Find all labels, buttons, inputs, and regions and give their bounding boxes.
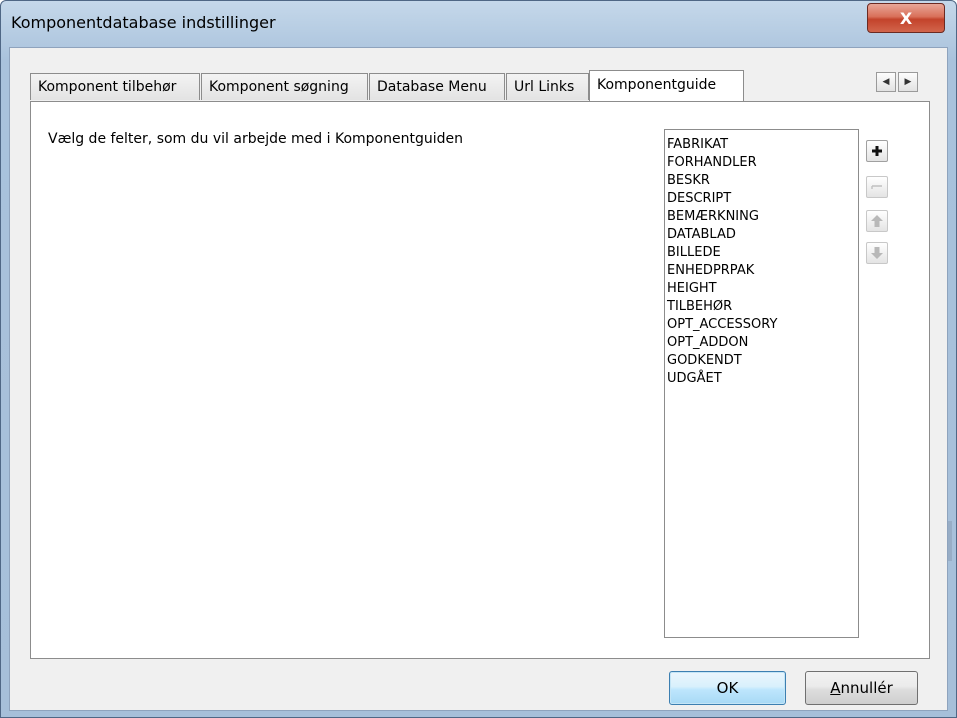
tab-database-menu[interactable]: Database Menu: [369, 73, 505, 100]
list-item[interactable]: TILBEHØR: [667, 298, 858, 316]
tab-label: Database Menu: [377, 79, 487, 95]
arrow-right-icon[interactable]: ▶: [898, 72, 918, 92]
list-item[interactable]: UDGÅET: [667, 370, 858, 388]
tab-komponentguide[interactable]: Komponentguide: [589, 70, 744, 101]
window-title: Komponentdatabase indstillinger: [11, 13, 276, 32]
list-item[interactable]: DATABLAD: [667, 226, 858, 244]
ok-button[interactable]: OK: [669, 671, 786, 705]
list-item[interactable]: OPT_ADDON: [667, 334, 858, 352]
list-item[interactable]: BILLEDE: [667, 244, 858, 262]
tab-label: Komponentguide: [597, 77, 717, 93]
list-item[interactable]: GODKENDT: [667, 352, 858, 370]
cancel-button[interactable]: Annullér: [805, 671, 918, 705]
list-item[interactable]: HEIGHT: [667, 280, 858, 298]
list-item[interactable]: FABRIKAT: [667, 136, 858, 154]
list-item[interactable]: BEMÆRKNING: [667, 208, 858, 226]
tab-url-links[interactable]: Url Links: [506, 73, 589, 100]
close-icon: X: [899, 8, 913, 28]
add-field-button[interactable]: [866, 140, 888, 162]
instruction-text: Vælg de felter, som du vil arbejde med i…: [48, 131, 463, 147]
cancel-button-label: Annullér: [830, 679, 893, 697]
list-item[interactable]: ENHEDPRPAK: [667, 262, 858, 280]
move-down-button[interactable]: [866, 242, 888, 264]
list-item[interactable]: OPT_ACCESSORY: [667, 316, 858, 334]
arrow-down-icon: [871, 247, 883, 259]
window-edge-grip: [948, 521, 952, 561]
tab-komponent-tilbehor[interactable]: Komponent tilbehør: [30, 73, 200, 100]
tab-label: Komponent tilbehør: [38, 79, 177, 95]
ok-button-label: OK: [716, 679, 739, 697]
arrow-up-icon: [871, 215, 883, 227]
fields-listbox[interactable]: FABRIKAT FORHANDLER BESKR DESCRIPT BEMÆR…: [664, 129, 859, 638]
arrow-left-icon[interactable]: ◀: [876, 72, 896, 92]
move-up-button[interactable]: [866, 210, 888, 232]
tab-label: Komponent søgning: [209, 79, 349, 95]
tab-scroll-buttons: ◀ ▶: [876, 72, 920, 94]
list-item[interactable]: DESCRIPT: [667, 190, 858, 208]
tab-komponent-sogning[interactable]: Komponent søgning: [201, 73, 368, 100]
tab-label: Url Links: [514, 79, 575, 95]
list-item[interactable]: BESKR: [667, 172, 858, 190]
minus-icon: [871, 185, 882, 189]
close-button[interactable]: X: [867, 3, 945, 33]
list-item[interactable]: FORHANDLER: [667, 154, 858, 172]
remove-field-button[interactable]: [866, 176, 888, 198]
plus-icon: [872, 146, 882, 156]
title-bar[interactable]: Komponentdatabase indstillinger X: [1, 1, 956, 45]
